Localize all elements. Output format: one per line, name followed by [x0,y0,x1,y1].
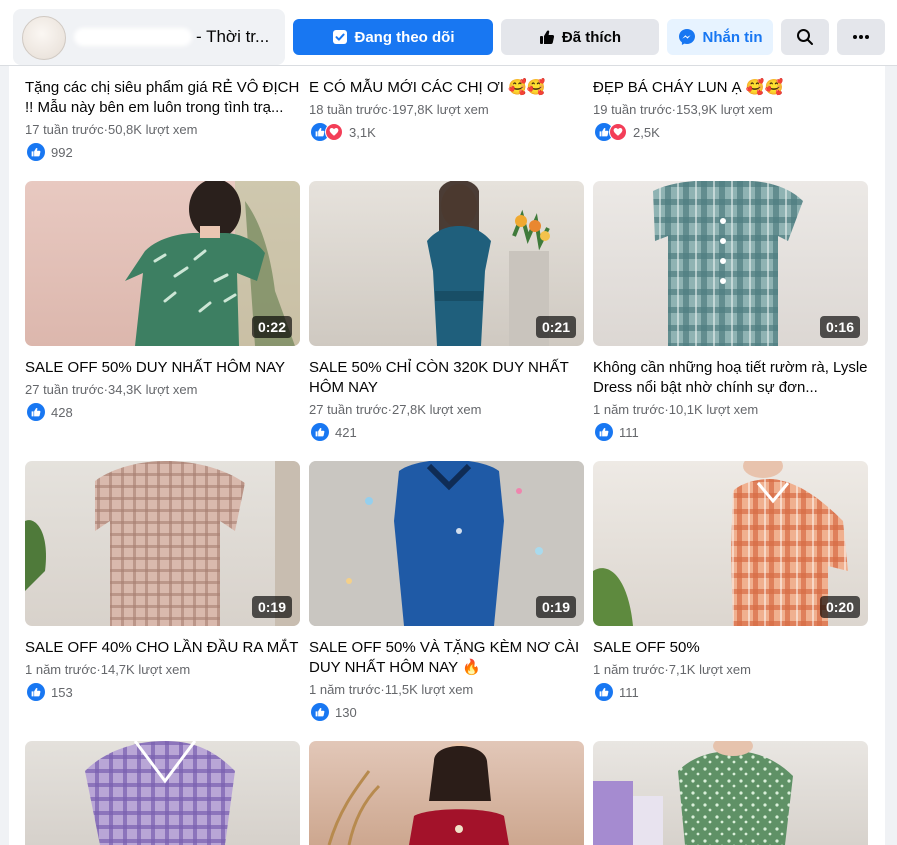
video-duration: 0:16 [819,316,860,338]
video-duration: 0:19 [535,596,576,618]
video-thumbnail[interactable]: 0:19 [25,461,300,626]
like-reaction-icon [27,403,45,421]
page-name-redacted [74,28,192,46]
reaction-count: 421 [335,424,357,440]
video-duration: 0:21 [535,316,576,338]
video-reactions[interactable]: 111 [595,423,639,441]
video-title[interactable]: SALE OFF 50% [593,638,871,658]
video-meta: 19 tuần trước·153,9K lượt xem [593,102,773,117]
video-duration: 0:22 [251,316,292,338]
video-thumbnail[interactable]: 0:16 [593,181,868,346]
video-thumbnail[interactable]: 0:21 [309,181,584,346]
dress-photo [85,741,235,845]
dress-photo [327,743,509,845]
search-button[interactable] [781,19,829,55]
video-duration: 0:19 [251,596,292,618]
messenger-icon [678,28,696,46]
thumbs-up-icon [539,29,555,45]
like-reaction-icon [27,683,45,701]
video-thumbnail[interactable] [593,741,868,845]
reaction-count: 153 [51,684,73,700]
video-meta: 1 năm trước·10,1K lượt xem [593,402,759,417]
search-icon [796,28,814,46]
video-meta: 1 năm trước·11,5K lượt xem [309,682,474,697]
video-meta: 17 tuần trước·50,8K lượt xem [25,122,198,137]
video-thumbnail[interactable]: 0:20 [593,461,868,626]
video-reactions[interactable]: 992 [27,143,73,161]
reaction-count: 428 [51,404,73,420]
reaction-count: 2,5K [633,124,660,140]
video-title[interactable]: E CÓ MẪU MỚI CÁC CHỊ ƠI 🥰🥰 [309,78,587,98]
video-meta: 1 năm trước·7,1K lượt xem [593,662,751,677]
video-title[interactable]: Tặng các chị siêu phẩm giá RẺ VÔ ĐỊCH !!… [25,78,303,118]
video-thumbnail[interactable] [309,741,584,845]
video-title[interactable]: Không cần những hoạ tiết rườm rà, Lysle … [593,358,871,398]
more-options-button[interactable] [837,19,885,55]
video-reactions[interactable]: 421 [311,423,357,441]
like-reaction-icon [27,143,45,161]
video-title[interactable]: SALE 50% CHỈ CÒN 320K DUY NHẤT HÔM NAY [309,358,587,398]
video-meta: 27 tuần trước·27,8K lượt xem [309,402,482,417]
like-reaction-icon [595,683,613,701]
following-button[interactable]: Đang theo dõi [293,19,493,55]
like-reaction-icon [595,423,613,441]
video-thumbnail[interactable]: 0:22 [25,181,300,346]
video-meta: 18 tuần trước·197,8K lượt xem [309,102,489,117]
reaction-count: 992 [51,144,73,160]
reaction-count: 130 [335,704,357,720]
page-avatar[interactable] [22,16,66,60]
following-button-label: Đang theo dõi [354,28,455,46]
video-title[interactable]: ĐẸP BÁ CHÁY LUN Ạ 🥰🥰 [593,78,871,98]
video-reactions[interactable]: 3,1K [311,123,376,141]
video-title[interactable]: SALE OFF 50% VÀ TẶNG KÈM NƠ CÀI DUY NHẤT… [309,638,587,678]
video-reactions[interactable]: 2,5K [595,123,660,141]
reaction-count: 111 [619,424,639,440]
message-button-label: Nhắn tin [702,28,763,46]
like-reaction-icon [311,703,329,721]
liked-button-label: Đã thích [561,28,622,46]
like-reaction-icon [311,423,329,441]
page-header-bar: - Thời tr... Đang theo dõi Đã thích Nhắn… [0,0,897,66]
video-meta: 27 tuần trước·34,3K lượt xem [25,382,198,397]
love-reaction-icon [609,123,627,141]
video-reactions[interactable]: 153 [27,683,73,701]
video-title[interactable]: SALE OFF 40% CHO LẦN ĐẦU RA MẮT [25,638,303,658]
reaction-count: 111 [619,684,639,700]
liked-button[interactable]: Đã thích [501,19,659,55]
video-title[interactable]: SALE OFF 50% DUY NHẤT HÔM NAY [25,358,303,378]
video-reactions[interactable]: 130 [311,703,357,721]
video-reactions[interactable]: 111 [595,683,639,701]
video-thumbnail[interactable] [25,741,300,845]
video-thumbnail[interactable]: 0:19 [309,461,584,626]
video-meta: 1 năm trước·14,7K lượt xem [25,662,191,677]
love-reaction-icon [325,123,343,141]
message-button[interactable]: Nhắn tin [667,19,773,55]
video-reactions[interactable]: 428 [27,403,73,421]
dress-photo [593,741,793,845]
reaction-count: 3,1K [349,124,376,140]
following-check-icon [332,29,348,45]
page-name[interactable]: - Thời tr... [196,27,269,47]
video-duration: 0:20 [819,596,860,618]
more-dots-icon [852,34,870,40]
